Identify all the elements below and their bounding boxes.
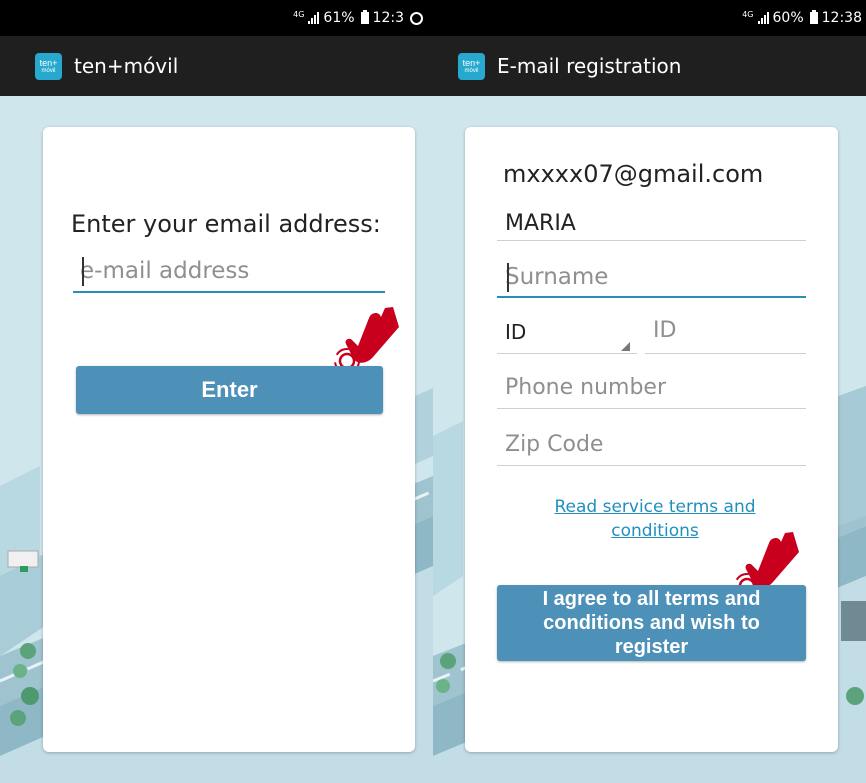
text-cursor [507,263,509,292]
battery-icon [809,10,818,24]
battery-percent: 60% [772,10,804,26]
email-prompt-label: Enter your email address: [71,210,381,238]
register-button[interactable]: I agree to all terms and conditions and … [497,585,806,661]
registration-card: mxxxx07@gmail.com MARIA ID Read service … [465,127,838,752]
status-bar: 4G 61% 12:3 [0,0,433,36]
app-logo-icon: ten+ móvil [458,53,485,80]
app-title: ten+móvil [74,54,179,78]
registration-screen: 4G 60% 12:38 ten+ móvil E-mail registrat… [433,0,866,783]
email-input-underline [73,291,385,293]
zip-input[interactable] [505,428,800,460]
email-input[interactable] [80,255,380,287]
phone-input[interactable] [505,371,800,403]
whatsapp-icon [410,11,423,25]
network-type: 4G [742,10,754,19]
text-cursor [82,257,84,286]
surname-input-underline [497,296,806,298]
battery-percent: 61% [323,10,355,26]
id-input[interactable] [653,315,803,345]
name-field[interactable]: MARIA [505,211,576,236]
battery-icon [360,10,369,24]
id-type-underline [497,353,637,354]
status-time: 12:3 [372,10,404,26]
signal-icon [757,12,769,24]
chevron-down-icon [621,342,630,351]
app-bar: ten+ móvil E-mail registration [433,36,866,96]
app-bar: ten+ móvil ten+móvil [0,36,433,96]
logo-text-top: ten+ [462,57,481,68]
name-underline [497,240,806,241]
network-type: 4G [293,10,305,19]
signal-icon [308,12,320,24]
status-bar: 4G 60% 12:38 [433,0,866,36]
app-logo-icon: ten+ móvil [35,53,62,80]
id-type-select[interactable]: ID [505,320,526,344]
logo-text-bottom: móvil [41,67,56,74]
login-screen: 4G 61% 12:3 ten+ móvil ten+móvil Enter y… [0,0,433,783]
status-time: 12:38 [821,10,862,26]
logo-text-top: ten+ [39,57,58,68]
login-card: Enter your email address: Enter [43,127,415,752]
app-title: E-mail registration [497,54,682,78]
registered-email: mxxxx07@gmail.com [503,160,764,188]
surname-input[interactable] [505,261,800,293]
enter-button[interactable]: Enter [76,366,383,414]
phone-input-underline [497,408,806,409]
zip-input-underline [497,465,806,466]
id-input-underline [645,353,806,354]
logo-text-bottom: móvil [464,67,479,74]
